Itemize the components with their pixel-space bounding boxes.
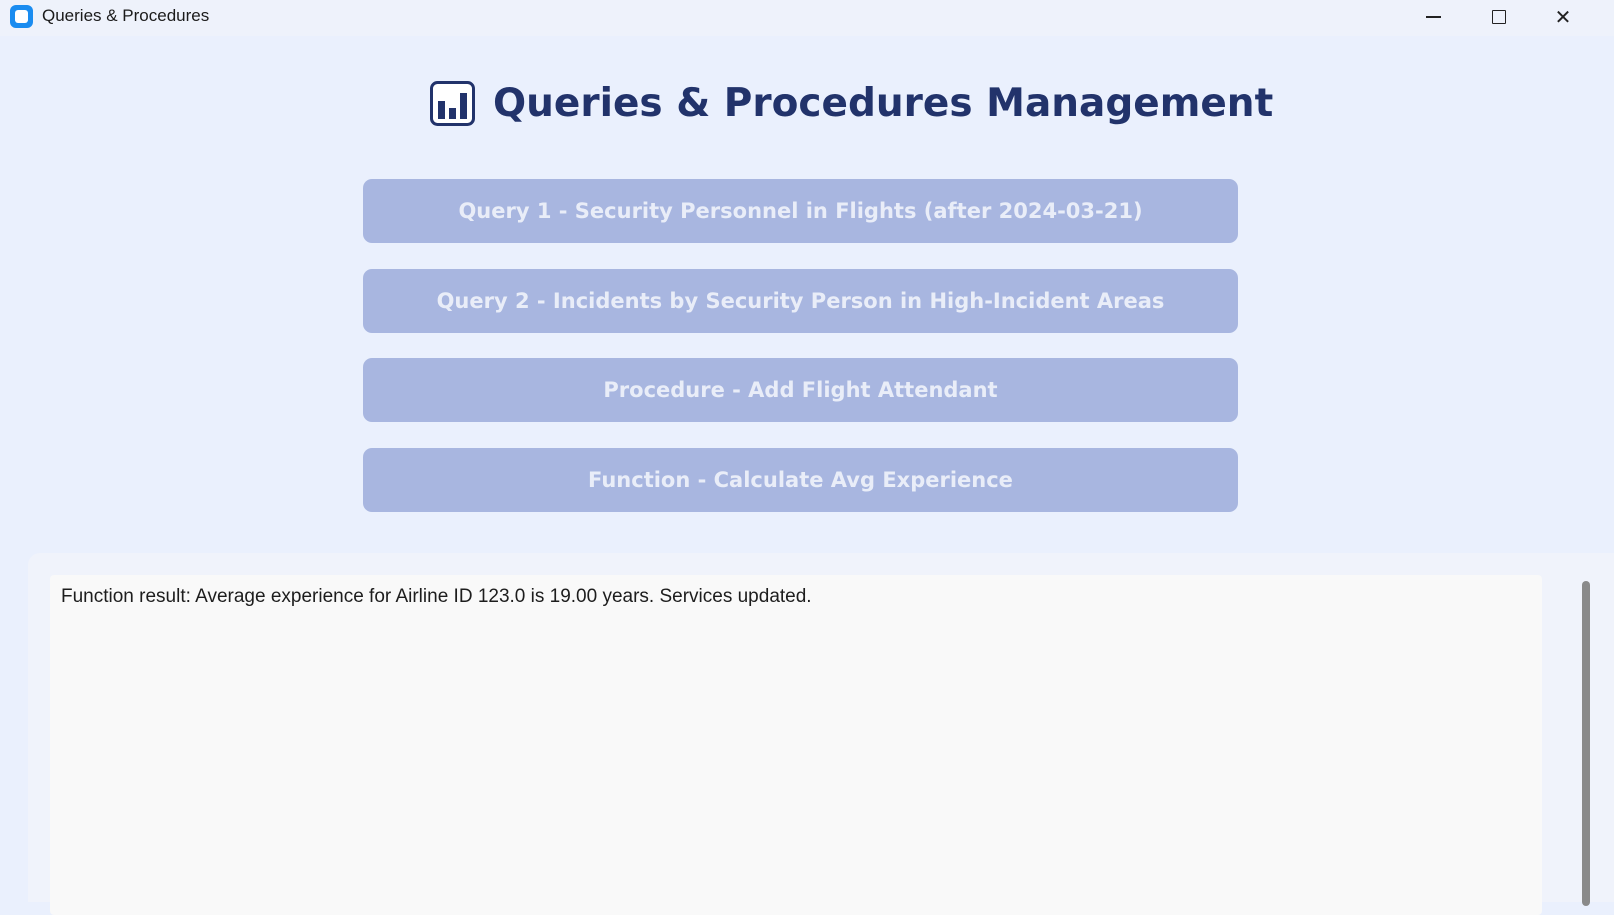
minimize-icon xyxy=(1425,16,1441,18)
output-text: Function result: Average experience for … xyxy=(61,586,812,607)
page-header: Queries & Procedures Management xyxy=(0,76,1614,136)
minimize-button[interactable] xyxy=(1410,0,1456,34)
scrollbar-thumb[interactable] xyxy=(1582,581,1590,906)
close-icon: ✕ xyxy=(1554,5,1572,29)
close-button[interactable]: ✕ xyxy=(1540,0,1586,34)
add-flight-attendant-button[interactable]: Procedure - Add Flight Attendant xyxy=(363,358,1238,422)
query-1-button[interactable]: Query 1 - Security Personnel in Flights … xyxy=(363,179,1238,243)
title-bar: Queries & Procedures ✕ xyxy=(0,0,1614,36)
app-icon xyxy=(10,5,33,28)
output-textarea[interactable]: Function result: Average experience for … xyxy=(50,575,1542,915)
output-panel: Function result: Average experience for … xyxy=(28,553,1614,915)
output-scrollbar[interactable] xyxy=(1578,575,1592,906)
calculate-avg-experience-button[interactable]: Function - Calculate Avg Experience xyxy=(363,447,1238,512)
maximize-icon xyxy=(1492,10,1506,24)
page-title: Queries & Procedures Management xyxy=(493,81,1274,126)
window-title: Queries & Procedures xyxy=(42,6,210,25)
bar-chart-icon xyxy=(430,81,475,126)
maximize-button[interactable] xyxy=(1476,0,1522,34)
query-2-button[interactable]: Query 2 - Incidents by Security Person i… xyxy=(363,268,1238,333)
actions-list: Query 1 - Security Personnel in Flights … xyxy=(363,179,1238,537)
